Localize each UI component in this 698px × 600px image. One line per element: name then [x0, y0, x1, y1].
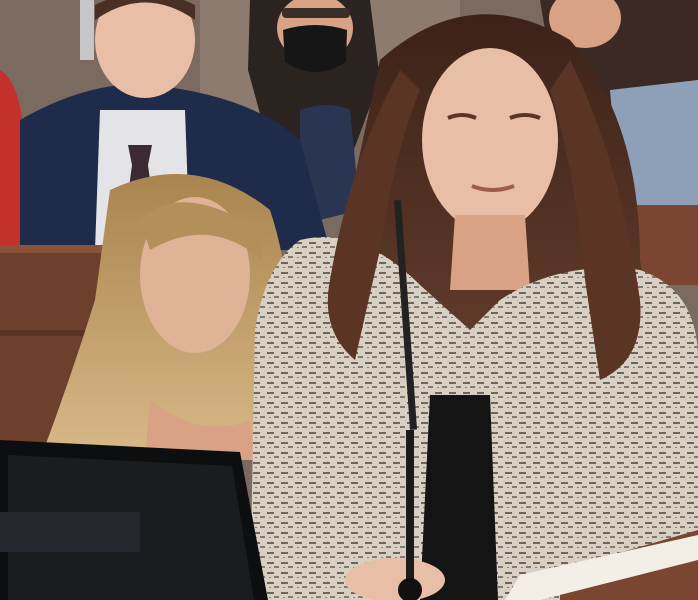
- courtroom-photo: [0, 0, 698, 600]
- monitor: [0, 440, 268, 600]
